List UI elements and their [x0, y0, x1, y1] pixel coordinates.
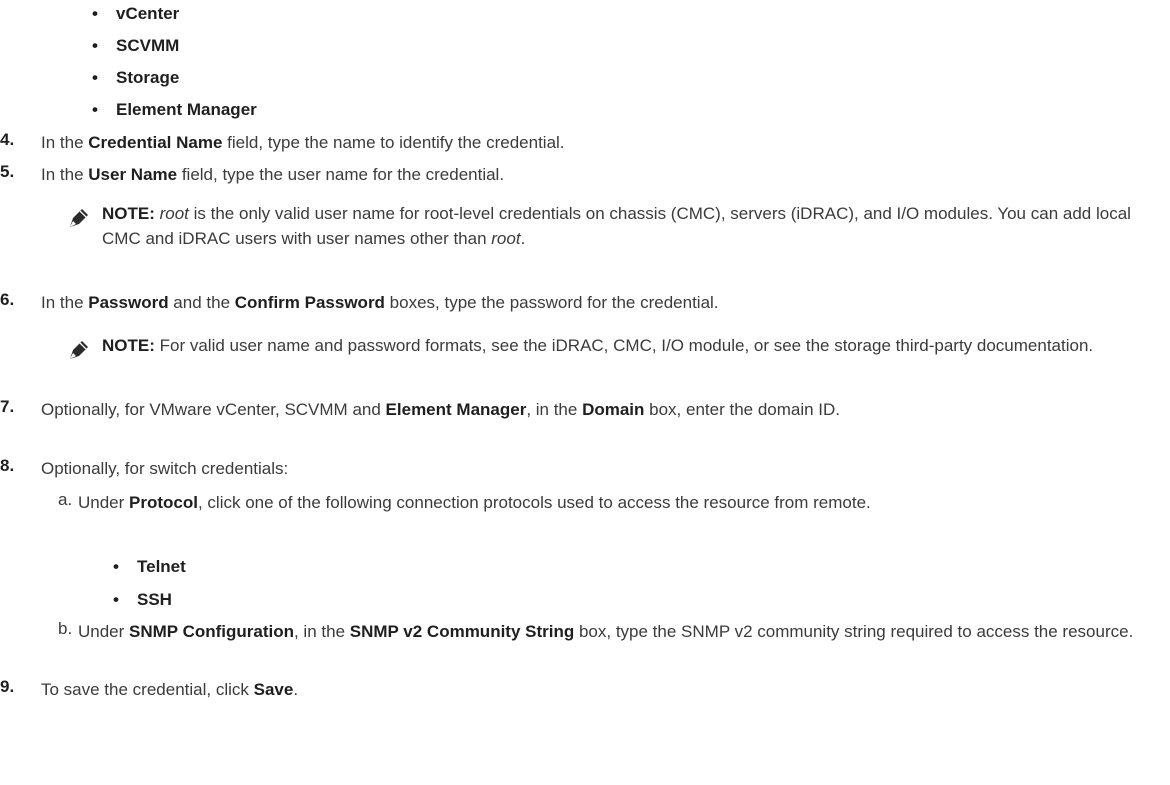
step-number: 7. [0, 397, 15, 416]
step-number: 5. [0, 162, 15, 181]
note-text: NOTE: For valid user name and password f… [102, 336, 1094, 355]
sub-step-letter: a. [58, 490, 73, 509]
step-text: In the Password and the Confirm Password… [41, 293, 719, 312]
list-item: SCVMM [92, 36, 179, 56]
step-text: In the Credential Name field, type the n… [41, 133, 565, 152]
step-number: 6. [0, 290, 15, 309]
list-item: Storage [92, 68, 179, 88]
step-text: To save the credential, click Save. [41, 680, 299, 699]
list-item: SSH [113, 590, 172, 610]
sub-step-text: Under SNMP Configuration, in the SNMP v2… [78, 622, 1134, 641]
list-item: Element Manager [92, 100, 257, 120]
sub-step-text: Under Protocol, click one of the followi… [78, 493, 871, 512]
pencil-icon [70, 209, 88, 227]
step-text: Optionally, for switch credentials: [41, 459, 289, 478]
step-number: 8. [0, 456, 15, 475]
step-text: Optionally, for VMware vCenter, SCVMM an… [41, 400, 841, 419]
pencil-icon [70, 341, 88, 359]
list-item: vCenter [92, 4, 179, 24]
note-text: NOTE: root is the only valid user name f… [102, 204, 1131, 248]
sub-step-letter: b. [58, 619, 73, 638]
step-number: 9. [0, 677, 15, 696]
step-number: 4. [0, 130, 15, 149]
step-text: In the User Name field, type the user na… [41, 165, 505, 184]
list-item: Telnet [113, 557, 186, 577]
